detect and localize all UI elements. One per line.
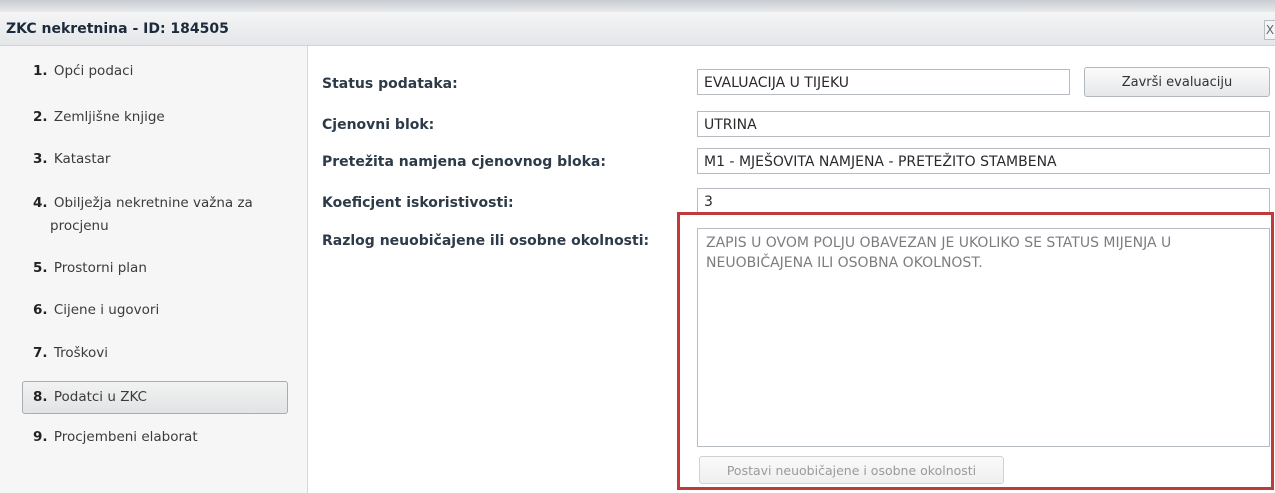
sidebar-item-cijene-i-ugovori[interactable]: 6. Cijene i ugovori — [22, 299, 284, 322]
sidebar-item-number: 5. — [33, 260, 48, 276]
sidebar-item-label-continued: procjenu — [50, 218, 109, 234]
sidebar-item-number: 8. — [33, 389, 48, 405]
background-strip — [0, 0, 1275, 12]
sidebar-item-podatci-u-zkc[interactable]: 8. Podatci u ZKC — [22, 381, 288, 414]
price-block-field[interactable]: UTRINA — [697, 111, 1270, 137]
status-field[interactable]: EVALUACIJA U TIJEKU — [697, 69, 1070, 95]
coefficient-label: Koeficjent iskoristivosti: — [322, 195, 514, 211]
sidebar-item-number: 7. — [33, 345, 48, 361]
window-title: ZKC nekretnina - ID: 184505 — [6, 21, 229, 37]
coefficient-field[interactable]: 3 — [697, 188, 1270, 214]
zkc-window: ZKC nekretnina - ID: 184505 X 1. Opći po… — [0, 0, 1275, 493]
sidebar-item-troskovi[interactable]: 7. Troškovi — [22, 342, 284, 365]
sidebar-item-obiljezja-nekretnine[interactable]: 4. Obilježja nekretnine važna za procjen… — [22, 192, 284, 238]
sidebar-item-label: Cijene i ugovori — [53, 302, 160, 318]
sidebar-item-prostorni-plan[interactable]: 5. Prostorni plan — [22, 257, 284, 280]
sidebar-item-label: Troškovi — [53, 345, 108, 361]
sidebar-item-label: Prostorni plan — [53, 260, 147, 276]
status-label: Status podataka: — [322, 76, 458, 92]
purpose-label: Pretežita namjena cjenovnog bloka: — [322, 154, 606, 170]
reason-label: Razlog neuobičajene ili osobne okolnosti… — [322, 233, 650, 249]
window-titlebar[interactable]: ZKC nekretnina - ID: 184505 X — [0, 12, 1275, 46]
sidebar-item-number: 1. — [33, 63, 48, 79]
sidebar-item-number: 3. — [33, 151, 48, 167]
sidebar-item-number: 9. — [33, 429, 48, 445]
sidebar-item-label: Katastar — [53, 151, 111, 167]
purpose-field[interactable]: M1 - MJEŠOVITA NAMJENA - PRETEŽITO STAMB… — [697, 148, 1270, 174]
finish-evaluation-button[interactable]: Završi evaluaciju — [1084, 67, 1270, 97]
sidebar-item-label: Opći podaci — [53, 63, 134, 79]
sidebar-item-katastar[interactable]: 3. Katastar — [22, 148, 284, 171]
price-block-label: Cjenovni blok: — [322, 117, 435, 133]
sidebar-item-zemljisne-knjige[interactable]: 2. Zemljišne knjige — [22, 106, 284, 129]
close-icon[interactable]: X — [1264, 20, 1275, 40]
sidebar: 1. Opći podaci 2. Zemljišne knjige 3. Ka… — [0, 46, 308, 493]
sidebar-item-number: 6. — [33, 302, 48, 318]
sidebar-item-opci-podaci[interactable]: 1. Opći podaci — [22, 60, 284, 83]
sidebar-item-number: 4. — [33, 195, 48, 211]
sidebar-item-label: Podatci u ZKC — [53, 389, 147, 405]
sidebar-item-procjembeni-elaborat[interactable]: 9. Procjembeni elaborat — [22, 426, 284, 449]
highlight-box — [677, 212, 1274, 490]
sidebar-item-label: Procjembeni elaborat — [53, 429, 198, 445]
sidebar-item-label: Zemljišne knjige — [53, 109, 165, 125]
sidebar-item-label: Obilježja nekretnine važna za — [53, 195, 253, 211]
sidebar-item-number: 2. — [33, 109, 48, 125]
